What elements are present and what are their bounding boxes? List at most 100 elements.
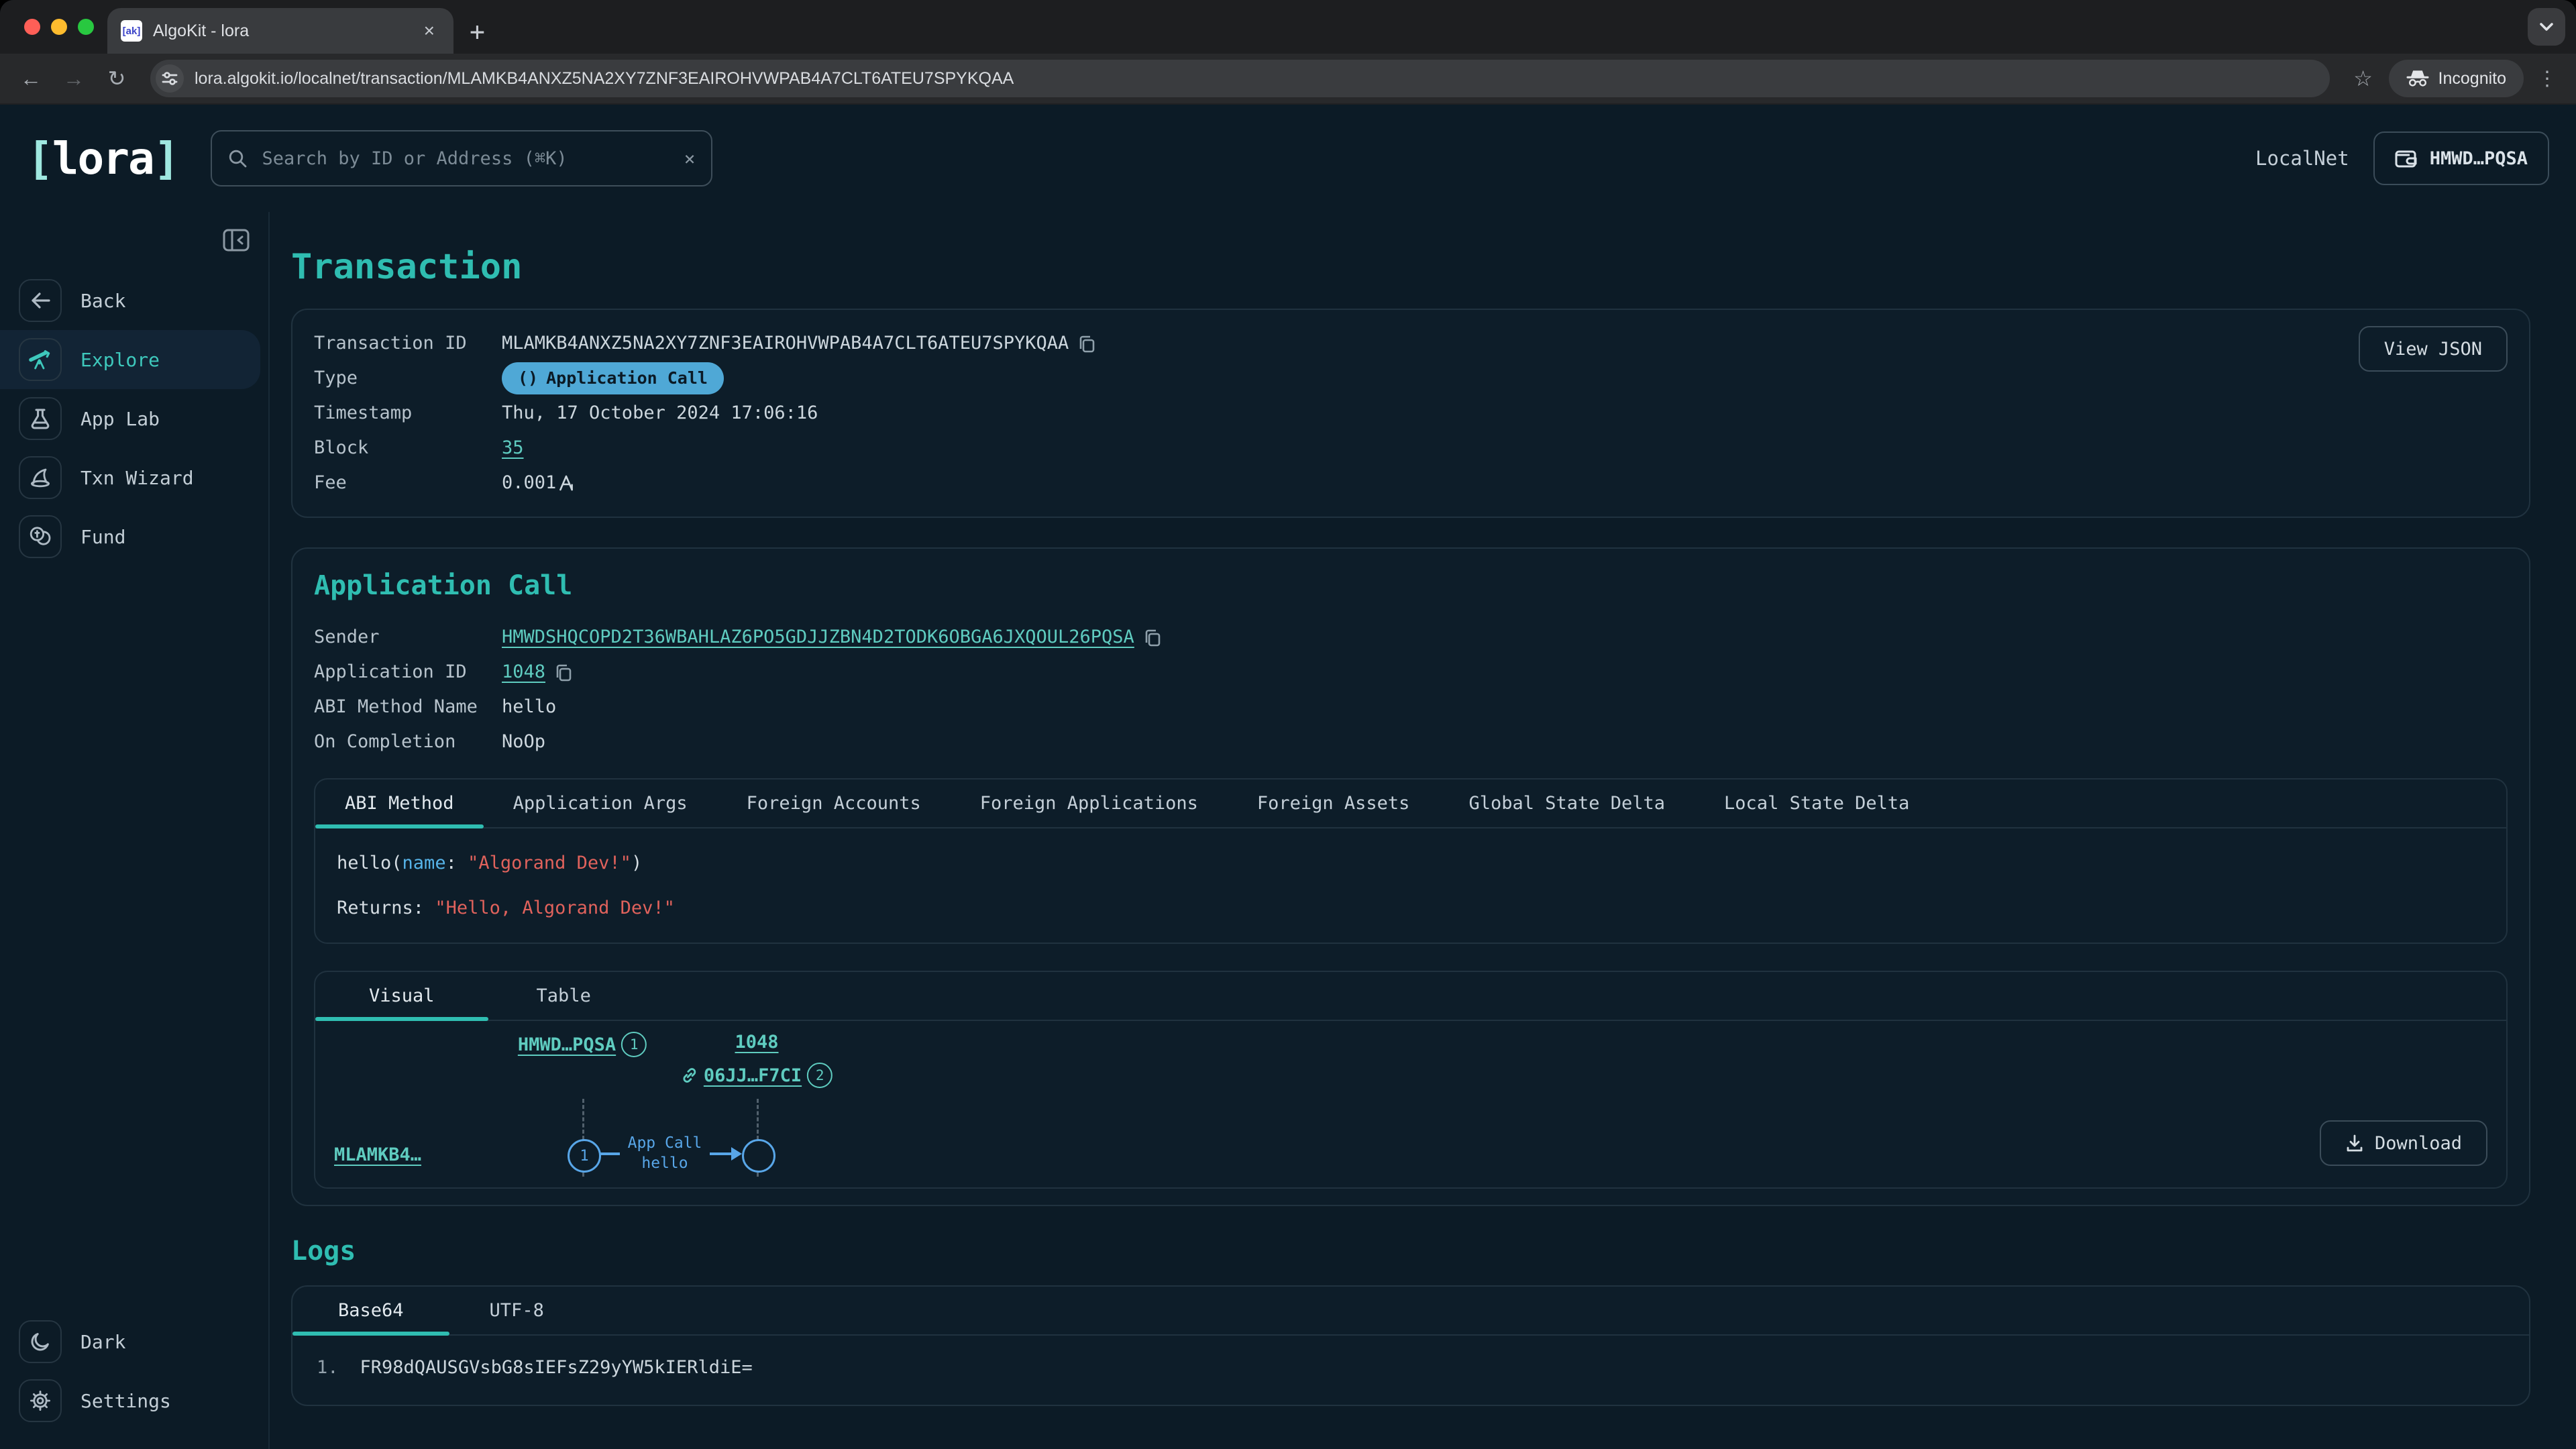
logs-card: Base64 UTF-8 1. FR98dQAUSGVsbG8sIEFsZ29y… [291, 1285, 2530, 1406]
tab-close-icon[interactable]: × [419, 19, 440, 43]
sender-link[interactable]: HMWDSHQCOPD2T36WBAHLAZ6PO5GDJJZBN4D2TODK… [502, 620, 1134, 655]
back-button[interactable]: ← [13, 61, 48, 96]
theme-toggle-dark[interactable]: Dark [0, 1312, 268, 1371]
tab-foreign-assets[interactable]: Foreign Assets [1228, 780, 1440, 827]
sidebar-item-fund[interactable]: Fund [0, 507, 268, 566]
wallet-address: HMWD…PQSA [2430, 148, 2528, 169]
transaction-summary-card: Transaction ID MLAMKB4ANXZ5NA2XY7ZNF3EAI… [291, 309, 2530, 518]
incognito-label: Incognito [2438, 69, 2506, 89]
field-label: Sender [314, 620, 502, 655]
graph-account-badge: 1 [621, 1032, 647, 1057]
tab-local-state-delta[interactable]: Local State Delta [1695, 780, 1939, 827]
logs-tabbar: Base64 UTF-8 [292, 1287, 2529, 1336]
settings-label: Settings [80, 1390, 171, 1412]
logs-section: Logs Base64 UTF-8 1. FR98dQAUSGVsbG8sIEF… [291, 1236, 2530, 1406]
abi-method-value: hello [502, 690, 556, 724]
copy-icon[interactable] [1078, 334, 1095, 353]
graph-transaction-link[interactable]: MLAMKB4… [334, 1144, 421, 1165]
minimize-window-button[interactable] [51, 19, 67, 35]
browser-tabstrip: [ak] AlgoKit - lora × + [0, 0, 2576, 54]
lora-app: [lora] × LocalNet HMWD…PQSA [0, 105, 2576, 1449]
tab-utf8[interactable]: UTF-8 [449, 1287, 584, 1334]
address-bar[interactable]: lora.algokit.io/localnet/transaction/MLA… [150, 60, 2330, 97]
window-controls [24, 19, 94, 35]
zoom-window-button[interactable] [78, 19, 94, 35]
application-id-link[interactable]: 1048 [502, 655, 545, 690]
network-label[interactable]: LocalNet [2255, 147, 2349, 170]
appcall-tabbar: ABI Method Application Args Foreign Acco… [315, 780, 2506, 828]
transaction-graph: HMWD…PQSA 1 1048 06JJ…F7CI 2 [315, 1021, 2506, 1187]
abi-method-panel: hello(name: "Algorand Dev!") Returns: "H… [315, 828, 2506, 943]
tab-base64[interactable]: Base64 [292, 1287, 449, 1334]
field-label: Timestamp [314, 396, 502, 431]
type-badge: ()Application Call [502, 362, 724, 394]
graph-group-link[interactable]: 06JJ…F7CI [704, 1065, 802, 1086]
search-input[interactable] [259, 147, 672, 170]
new-tab-button[interactable]: + [470, 19, 485, 44]
sidebar-item-app-lab[interactable]: App Lab [0, 389, 268, 448]
download-button[interactable]: Download [2320, 1120, 2487, 1166]
browser-menu-icon[interactable]: ⋮ [2532, 67, 2563, 91]
tab-abi-method[interactable]: ABI Method [315, 780, 484, 827]
incognito-icon [2406, 70, 2429, 87]
field-label: Transaction ID [314, 326, 502, 361]
flask-icon [19, 397, 62, 440]
application-call-title: Application Call [314, 570, 2508, 601]
sidebar-item-txn-wizard[interactable]: Txn Wizard [0, 448, 268, 507]
field-label: Fee [314, 466, 502, 500]
tab-foreign-applications[interactable]: Foreign Applications [951, 780, 1228, 827]
application-call-icon: () [518, 361, 538, 396]
tab-foreign-accounts[interactable]: Foreign Accounts [717, 780, 951, 827]
tab-table[interactable]: Table [488, 972, 639, 1020]
sidebar-collapse-button[interactable] [220, 225, 252, 255]
copy-icon[interactable] [555, 663, 572, 682]
tab-application-args[interactable]: Application Args [484, 780, 717, 827]
search-box[interactable]: × [211, 130, 712, 186]
graph-group-badge: 2 [807, 1063, 833, 1088]
graph-application-link[interactable]: 1048 [735, 1032, 778, 1053]
field-label: Type [314, 361, 502, 396]
browser-tab[interactable]: [ak] AlgoKit - lora × [107, 8, 453, 54]
search-clear-icon[interactable]: × [684, 148, 696, 170]
graph-edge-label: App Callhello [620, 1134, 710, 1174]
reload-button[interactable]: ↻ [99, 61, 134, 96]
fee-value: 0.001 [502, 466, 556, 500]
wizard-hat-icon [19, 456, 62, 499]
copy-icon[interactable] [1144, 628, 1161, 647]
application-call-card: Application Call Sender HMWDSHQCOPD2T36W… [291, 547, 2530, 1206]
tab-title: AlgoKit - lora [153, 21, 408, 41]
visual-table-card: Visual Table HMWD…PQSA 1 1048 [314, 971, 2508, 1189]
sidebar-item-label: Txn Wizard [80, 467, 194, 489]
log-index: 1. [317, 1357, 339, 1378]
sidebar-item-label: Back [80, 290, 125, 312]
browser-toolbar: ← → ↻ lora.algokit.io/localnet/transacti… [0, 54, 2576, 105]
tab-search-button[interactable] [2528, 8, 2565, 46]
block-link[interactable]: 35 [502, 431, 524, 466]
timestamp-value: Thu, 17 October 2024 17:06:16 [502, 396, 818, 431]
bookmark-star-icon[interactable]: ☆ [2346, 61, 2381, 96]
transaction-id-value: MLAMKB4ANXZ5NA2XY7ZNF3EAIROHVWPAB4A7CLT6… [502, 326, 1069, 361]
tab-visual[interactable]: Visual [315, 972, 488, 1020]
site-settings-icon[interactable] [156, 64, 184, 93]
tab-global-state-delta[interactable]: Global State Delta [1439, 780, 1695, 827]
tab-favicon: [ak] [121, 20, 142, 42]
wallet-button[interactable]: HMWD…PQSA [2373, 131, 2549, 185]
sidebar-item-label: Explore [80, 349, 160, 371]
arrow-left-icon [19, 279, 62, 322]
moon-icon [19, 1320, 62, 1363]
graph-account-link[interactable]: HMWD…PQSA [518, 1034, 616, 1055]
forward-button[interactable]: → [56, 61, 91, 96]
sidebar-item-settings[interactable]: Settings [0, 1371, 268, 1430]
wallet-icon [2395, 148, 2418, 168]
sidebar-item-explore[interactable]: Explore [0, 330, 260, 389]
gear-icon [19, 1379, 62, 1422]
search-icon [228, 149, 247, 168]
theme-label: Dark [80, 1331, 125, 1353]
close-window-button[interactable] [24, 19, 40, 35]
view-json-button[interactable]: View JSON [2359, 326, 2508, 372]
graph-node-application [742, 1139, 775, 1173]
lora-logo[interactable]: [lora] [27, 133, 178, 184]
sidebar-item-back[interactable]: Back [0, 271, 268, 330]
incognito-badge: Incognito [2389, 60, 2524, 97]
appcall-detail-tabs-card: ABI Method Application Args Foreign Acco… [314, 778, 2508, 944]
